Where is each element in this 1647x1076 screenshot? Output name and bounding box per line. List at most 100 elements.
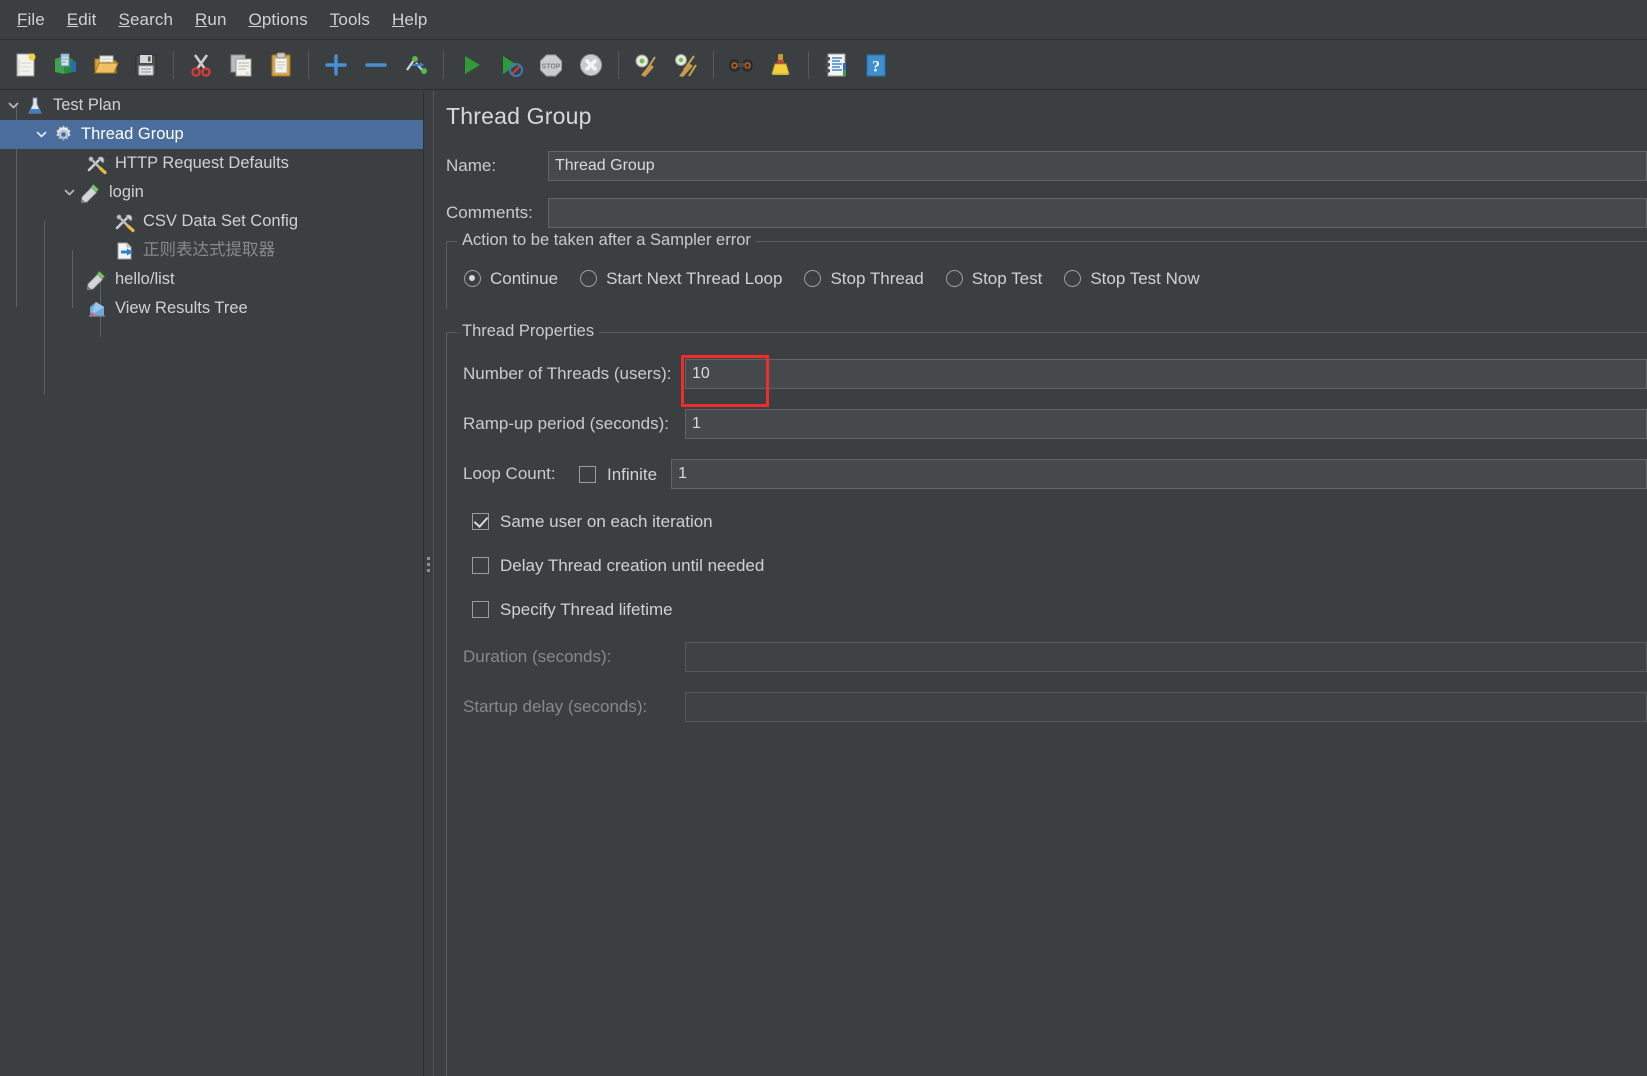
same-user-checkbox[interactable]: [472, 512, 489, 530]
radio-stop-test-now[interactable]: Stop Test Now: [1064, 269, 1200, 288]
menu-file[interactable]: File: [6, 6, 56, 34]
radio-continue-indicator[interactable]: [464, 270, 481, 287]
radio-stop-thread-label: Stop Thread: [830, 269, 924, 288]
infinite-checkbox-wrapper[interactable]: Infinite: [579, 464, 658, 484]
same-user-label: Same user on each iteration: [500, 511, 713, 531]
comments-input[interactable]: [548, 198, 1647, 228]
tree-node-login[interactable]: login: [0, 178, 423, 207]
tree-node-hello-list[interactable]: hello/list: [0, 265, 423, 294]
menu-tools[interactable]: Tools: [319, 6, 381, 34]
menu-options[interactable]: Options: [238, 6, 319, 34]
rampup-label: Ramp-up period (seconds):: [463, 414, 669, 433]
radio-start-next-thread-loop[interactable]: Start Next Thread Loop: [580, 270, 782, 287]
radio-stop-test-now-label: Stop Test Now: [1090, 269, 1200, 288]
radio-continue[interactable]: Continue: [464, 270, 558, 287]
menu-help[interactable]: Help: [381, 6, 438, 34]
num-threads-input[interactable]: [685, 359, 1647, 389]
radio-continue-label: Continue: [490, 269, 559, 288]
tree-node-test-plan[interactable]: Test Plan: [0, 91, 423, 120]
thread-group-icon: [52, 124, 74, 146]
specify-lifetime-label: Specify Thread lifetime: [500, 599, 673, 619]
stop-icon[interactable]: STOP: [532, 46, 570, 84]
tree-node-label: CSV Data Set Config: [143, 212, 298, 231]
http-sampler-icon: [80, 182, 102, 204]
start-icon[interactable]: [452, 46, 490, 84]
help-icon[interactable]: ?: [857, 46, 895, 84]
templates-icon[interactable]: [47, 46, 85, 84]
specify-lifetime-row[interactable]: Specify Thread lifetime: [472, 596, 673, 622]
radio-stop-test-indicator[interactable]: [945, 270, 963, 287]
chevron-down-icon[interactable]: [58, 182, 80, 204]
sampler-error-action-group: Action to be taken after a Sampler error…: [446, 231, 1647, 309]
loop-count-input[interactable]: [671, 459, 1647, 489]
radio-stop-test[interactable]: Stop Test: [945, 269, 1043, 288]
radio-start-next-thread-loop-indicator[interactable]: [580, 270, 598, 287]
tree-node-label: login: [109, 183, 144, 202]
chevron-down-icon[interactable]: [2, 95, 24, 117]
duration-row: Duration (seconds):: [453, 642, 1647, 672]
splitter-grip-icon[interactable]: [427, 557, 430, 572]
comments-row: Comments:: [446, 198, 1647, 228]
start-no-pauses-icon[interactable]: [492, 46, 530, 84]
tree-node-label: View Results Tree: [115, 299, 248, 318]
radio-stop-test-label: Stop Test: [971, 269, 1043, 288]
radio-stop-thread[interactable]: Stop Thread: [804, 269, 924, 288]
save-icon[interactable]: [127, 46, 165, 84]
function-helper-icon[interactable]: [817, 46, 855, 84]
svg-text:?: ?: [872, 58, 880, 75]
menu-edit[interactable]: Edit: [56, 6, 108, 34]
infinite-checkbox[interactable]: [579, 465, 596, 483]
loop-count-row: Loop Count: Infinite: [453, 459, 1647, 489]
rampup-input[interactable]: [685, 409, 1647, 439]
tree-node-thread-group[interactable]: Thread Group: [0, 120, 423, 149]
menu-run[interactable]: Run: [184, 6, 238, 34]
specify-lifetime-checkbox[interactable]: [472, 600, 489, 618]
same-user-row[interactable]: Same user on each iteration: [472, 508, 713, 534]
tree-node-http-request-defaults[interactable]: HTTP Request Defaults: [0, 149, 423, 178]
toolbar: STOP ?: [0, 40, 1647, 90]
tree-node-csv-data-set-config[interactable]: CSV Data Set Config: [0, 207, 423, 236]
radio-stop-test-now-indicator[interactable]: [1064, 270, 1082, 287]
tree-node-regex-extractor[interactable]: 正则表达式提取器: [0, 236, 423, 265]
config-element-icon: [114, 211, 136, 233]
listener-icon: [86, 298, 108, 320]
delay-thread-row[interactable]: Delay Thread creation until needed: [472, 552, 764, 578]
collapse-all-icon[interactable]: [357, 46, 395, 84]
radio-start-next-thread-loop-label: Start Next Thread Loop: [606, 269, 783, 288]
num-threads-row: Number of Threads (users):: [453, 359, 1647, 389]
clear-icon[interactable]: [627, 46, 665, 84]
startup-delay-input: [685, 692, 1647, 722]
menu-search[interactable]: Search: [108, 6, 184, 34]
toolbar-separator: [443, 50, 444, 79]
toolbar-separator: [618, 50, 619, 79]
tree-node-label: hello/list: [115, 270, 175, 289]
pane-splitter[interactable]: [424, 91, 434, 1076]
delay-thread-checkbox[interactable]: [472, 556, 489, 574]
paste-icon[interactable]: [262, 46, 300, 84]
chevron-down-icon[interactable]: [30, 124, 52, 146]
thread-group-editor: Thread Group Name: Comments: Action to b…: [434, 91, 1647, 1076]
toggle-icon[interactable]: [397, 46, 435, 84]
startup-delay-row: Startup delay (seconds):: [453, 692, 1647, 722]
post-processor-icon: [114, 240, 136, 262]
toolbar-separator: [308, 50, 309, 79]
loop-count-label: Loop Count:: [463, 464, 556, 483]
infinite-label: Infinite: [607, 464, 658, 484]
tree-node-label: HTTP Request Defaults: [115, 154, 289, 173]
radio-stop-thread-indicator[interactable]: [804, 270, 822, 287]
new-icon[interactable]: [7, 46, 45, 84]
tree-node-view-results-tree[interactable]: View Results Tree: [0, 294, 423, 323]
shutdown-icon[interactable]: [572, 46, 610, 84]
expand-all-icon[interactable]: [317, 46, 355, 84]
search-reset-icon[interactable]: [762, 46, 800, 84]
open-icon[interactable]: [87, 46, 125, 84]
test-plan-tree[interactable]: Test Plan Thread Group HTTP Request Defa…: [0, 91, 424, 1076]
name-input[interactable]: [548, 151, 1647, 181]
search-icon[interactable]: [722, 46, 760, 84]
cut-icon[interactable]: [182, 46, 220, 84]
toolbar-separator: [713, 50, 714, 79]
copy-icon[interactable]: [222, 46, 260, 84]
delay-thread-label: Delay Thread creation until needed: [500, 555, 765, 575]
clear-all-icon[interactable]: [667, 46, 705, 84]
thread-properties-group: Thread Properties Number of Threads (use…: [446, 322, 1647, 1076]
